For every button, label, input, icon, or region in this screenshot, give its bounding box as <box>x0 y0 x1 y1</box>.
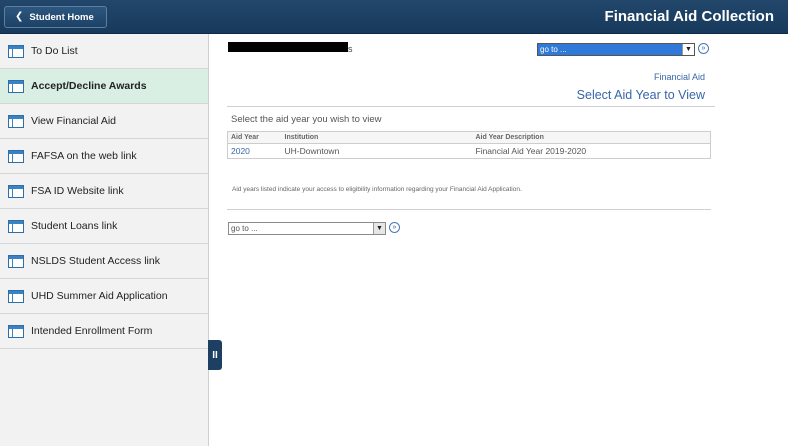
student-home-button[interactable]: ❮ Student Home <box>4 6 107 28</box>
double-chevron-right-icon: » <box>392 224 397 231</box>
aid-year-table: Aid Year Institution Aid Year Descriptio… <box>227 131 711 159</box>
table-header-row: Aid Year Institution Aid Year Descriptio… <box>227 131 711 144</box>
page-title: Select Aid Year to View <box>576 88 705 102</box>
sidebar-item-view-financial-aid[interactable]: View Financial Aid <box>0 104 208 139</box>
go-button-bottom[interactable]: » <box>389 222 400 233</box>
top-banner: ❮ Student Home Financial Aid Collection <box>0 0 788 34</box>
chevron-down-icon: ▼ <box>682 44 694 55</box>
sidebar-item-fsa-id-link[interactable]: FSA ID Website link <box>0 174 208 209</box>
redacted-name-block <box>228 42 348 52</box>
sidebar-item-nslds-link[interactable]: NSLDS Student Access link <box>0 244 208 279</box>
goto-select-top[interactable]: go to ... ▼ <box>537 43 695 56</box>
sidebar-item-uhd-summer-aid[interactable]: UHD Summer Aid Application <box>0 279 208 314</box>
aid-year-link[interactable]: 2020 <box>228 144 282 159</box>
student-home-label: Student Home <box>29 11 94 23</box>
main-content: s go to ... ▼ » Financial Aid Select Aid… <box>209 34 788 446</box>
description-cell: Financial Aid Year 2019-2020 <box>475 146 587 156</box>
sidebar-item-label: Intended Enrollment Form <box>31 325 153 337</box>
page-icon <box>8 79 24 93</box>
double-chevron-right-icon: » <box>701 45 706 52</box>
page-icon <box>8 44 24 58</box>
page-icon <box>8 324 24 338</box>
sidebar-item-label: To Do List <box>31 45 78 57</box>
student-name-suffix: s <box>348 44 353 54</box>
chevron-down-icon: ▼ <box>373 223 385 234</box>
goto-select-bottom[interactable]: go to ... ▼ <box>228 222 386 235</box>
table-row: 2020 UH-Downtown Financial Aid Year 2019… <box>228 144 711 159</box>
eligibility-note: Aid years listed indicate your access to… <box>232 186 522 193</box>
divider <box>227 209 711 210</box>
column-header-institution: Institution <box>281 131 473 144</box>
column-header-aid-year: Aid Year <box>227 131 282 144</box>
sidebar-item-label: NSLDS Student Access link <box>31 255 160 267</box>
sidebar-item-to-do-list[interactable]: To Do List <box>0 34 208 69</box>
sidebar-item-label: View Financial Aid <box>31 115 117 127</box>
page-icon <box>8 289 24 303</box>
page-icon <box>8 114 24 128</box>
sidebar-item-label: Student Loans link <box>31 220 118 232</box>
goto-select-value: go to ... <box>231 224 258 233</box>
select-aid-year-prompt: Select the aid year you wish to view <box>231 114 382 125</box>
institution-cell: UH-Downtown <box>284 146 340 156</box>
sidebar-item-accept-decline-awards[interactable]: Accept/Decline Awards <box>0 69 208 104</box>
sidebar-item-label: Accept/Decline Awards <box>31 80 147 92</box>
chevron-left-icon: ❮ <box>15 11 24 22</box>
sidebar-item-student-loans-link[interactable]: Student Loans link <box>0 209 208 244</box>
column-header-description: Aid Year Description <box>472 131 711 144</box>
page-icon <box>8 184 24 198</box>
divider <box>227 106 715 107</box>
sidebar: To Do List Accept/Decline Awards View Fi… <box>0 34 209 446</box>
page-header-title: Financial Aid Collection <box>604 8 774 25</box>
sidebar-item-label: UHD Summer Aid Application <box>31 290 168 302</box>
go-button-top[interactable]: » <box>698 43 709 54</box>
sidebar-item-label: FAFSA on the web link <box>31 150 137 162</box>
sidebar-item-intended-enrollment[interactable]: Intended Enrollment Form <box>0 314 208 349</box>
goto-select-value: go to ... <box>540 45 567 54</box>
page-icon <box>8 254 24 268</box>
sidebar-item-fafsa-link[interactable]: FAFSA on the web link <box>0 139 208 174</box>
page-icon <box>8 149 24 163</box>
page-icon <box>8 219 24 233</box>
sidebar-item-label: FSA ID Website link <box>31 185 124 197</box>
financial-aid-link[interactable]: Financial Aid <box>654 72 705 82</box>
